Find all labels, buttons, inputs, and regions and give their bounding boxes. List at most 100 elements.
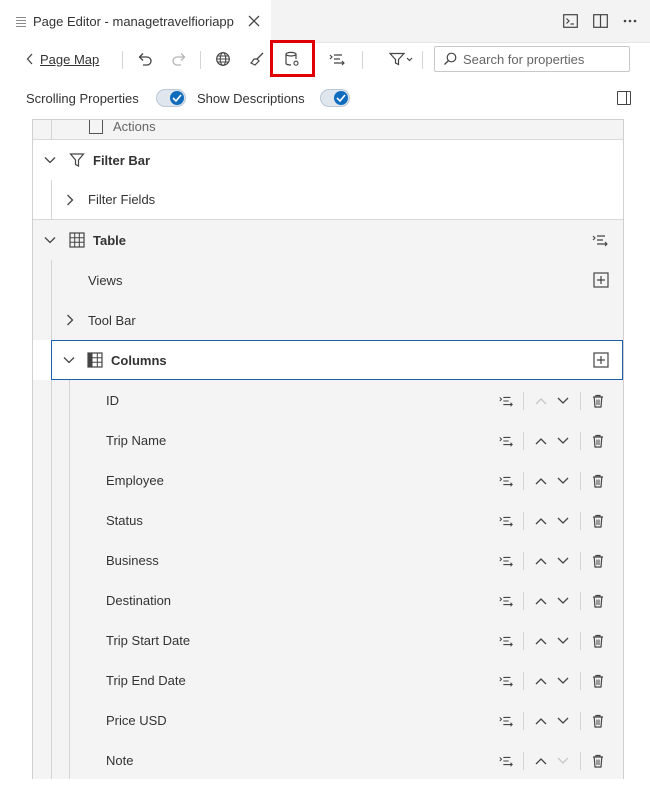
delete-column-button[interactable] (590, 473, 606, 489)
move-down-button[interactable] (555, 673, 571, 689)
move-up-button (533, 393, 549, 409)
columns-label: Columns (111, 352, 167, 368)
delete-column-button[interactable] (590, 593, 606, 609)
tree-item-filter-fields[interactable]: Filter Fields (33, 180, 623, 220)
chevron-down-icon[interactable] (43, 153, 57, 167)
tree-item-column[interactable]: Trip Start Date (33, 620, 623, 660)
tree-item-tool-bar[interactable]: Tool Bar (33, 300, 623, 340)
actions-icon (89, 120, 103, 134)
scrolling-properties-toggle[interactable] (156, 89, 186, 107)
delete-column-button[interactable] (590, 393, 606, 409)
tree-item-column[interactable]: Price USD (33, 700, 623, 740)
move-up-button[interactable] (533, 713, 549, 729)
column-settings-button[interactable] (498, 593, 514, 609)
editor-tab[interactable]: Page Editor - managetravelfioriapp (0, 0, 271, 43)
column-settings-button[interactable] (498, 513, 514, 529)
move-down-button[interactable] (555, 393, 571, 409)
move-up-button[interactable] (533, 673, 549, 689)
split-editor-icon[interactable] (592, 13, 608, 29)
column-settings-button[interactable] (498, 633, 514, 649)
add-column-icon[interactable] (593, 352, 609, 368)
column-label: Trip End Date (106, 672, 186, 688)
check-icon (334, 91, 348, 105)
redo-button[interactable] (170, 47, 188, 71)
list-flow-icon[interactable] (591, 233, 609, 247)
tree-item-actions[interactable]: Actions (33, 119, 623, 140)
delete-column-button[interactable] (590, 753, 606, 769)
show-descriptions-toggle[interactable] (320, 89, 350, 107)
toggle-panel-icon[interactable] (617, 91, 631, 105)
tree-item-column[interactable]: Note (33, 740, 623, 779)
column-settings-button[interactable] (498, 753, 514, 769)
undo-button[interactable] (136, 47, 154, 71)
tree-item-filter-bar[interactable]: Filter Bar (33, 140, 623, 180)
move-up-button[interactable] (533, 753, 549, 769)
move-up-button[interactable] (533, 433, 549, 449)
move-down-button[interactable] (555, 433, 571, 449)
move-up-button[interactable] (533, 633, 549, 649)
move-down-button[interactable] (555, 553, 571, 569)
delete-column-button[interactable] (590, 553, 606, 569)
language-button[interactable] (214, 47, 232, 71)
move-down-button[interactable] (555, 473, 571, 489)
tree-item-column[interactable]: ID (33, 380, 623, 420)
chevron-up-icon (535, 518, 547, 525)
search-icon (444, 52, 457, 65)
delete-column-button[interactable] (590, 713, 606, 729)
column-settings-button[interactable] (498, 393, 514, 409)
chevron-down-icon[interactable] (62, 353, 76, 367)
page-map-link[interactable]: Page Map (26, 47, 99, 71)
views-label: Views (88, 272, 123, 288)
tree-item-column[interactable]: Status (33, 500, 623, 540)
tree-item-column[interactable]: Destination (33, 580, 623, 620)
move-up-button[interactable] (533, 593, 549, 609)
tree-item-column[interactable]: Trip End Date (33, 660, 623, 700)
column-settings-button[interactable] (498, 473, 514, 489)
chevron-right-icon[interactable] (63, 313, 77, 327)
column-controls (495, 672, 609, 690)
tree-item-views[interactable]: Views (33, 260, 623, 300)
tree-item-column[interactable]: Employee (33, 460, 623, 500)
column-controls (495, 512, 609, 530)
tree-item-column[interactable]: Trip Name (33, 420, 623, 460)
column-settings-button[interactable] (498, 433, 514, 449)
editor-actions (562, 13, 638, 29)
column-controls (495, 432, 609, 450)
move-down-button[interactable] (555, 593, 571, 609)
move-down-button[interactable] (555, 513, 571, 529)
chevron-down-icon[interactable] (43, 233, 57, 247)
column-label: Note (106, 752, 134, 768)
filter-dropdown-button[interactable] (388, 47, 414, 71)
column-settings-button[interactable] (498, 713, 514, 729)
tree-item-columns[interactable]: Columns (51, 340, 623, 380)
move-down-button[interactable] (555, 713, 571, 729)
clean-button[interactable] (248, 47, 266, 71)
chevron-right-icon[interactable] (63, 193, 77, 207)
chevron-up-icon (535, 758, 547, 765)
column-settings-button[interactable] (498, 673, 514, 689)
delete-column-button[interactable] (590, 513, 606, 529)
close-icon[interactable] (247, 14, 261, 28)
column-label: ID (106, 392, 119, 408)
more-actions-icon[interactable] (622, 13, 638, 29)
search-box[interactable] (434, 46, 630, 72)
open-terminal-icon[interactable] (562, 13, 578, 29)
trash-icon (593, 394, 603, 408)
move-up-button[interactable] (533, 553, 549, 569)
actions-label: Actions (113, 119, 156, 134)
tree-item-table[interactable]: Table (33, 220, 623, 260)
delete-column-button[interactable] (590, 633, 606, 649)
check-icon (170, 91, 184, 105)
delete-column-button[interactable] (590, 433, 606, 449)
add-view-icon[interactable] (593, 272, 609, 288)
search-input[interactable] (463, 51, 623, 67)
list-flow-icon (499, 636, 513, 647)
move-up-button[interactable] (533, 473, 549, 489)
tree-item-column[interactable]: Business (33, 540, 623, 580)
delete-column-button[interactable] (590, 673, 606, 689)
undo-icon (138, 53, 152, 66)
outline-button[interactable] (328, 47, 346, 71)
move-down-button[interactable] (555, 633, 571, 649)
column-settings-button[interactable] (498, 553, 514, 569)
move-up-button[interactable] (533, 513, 549, 529)
